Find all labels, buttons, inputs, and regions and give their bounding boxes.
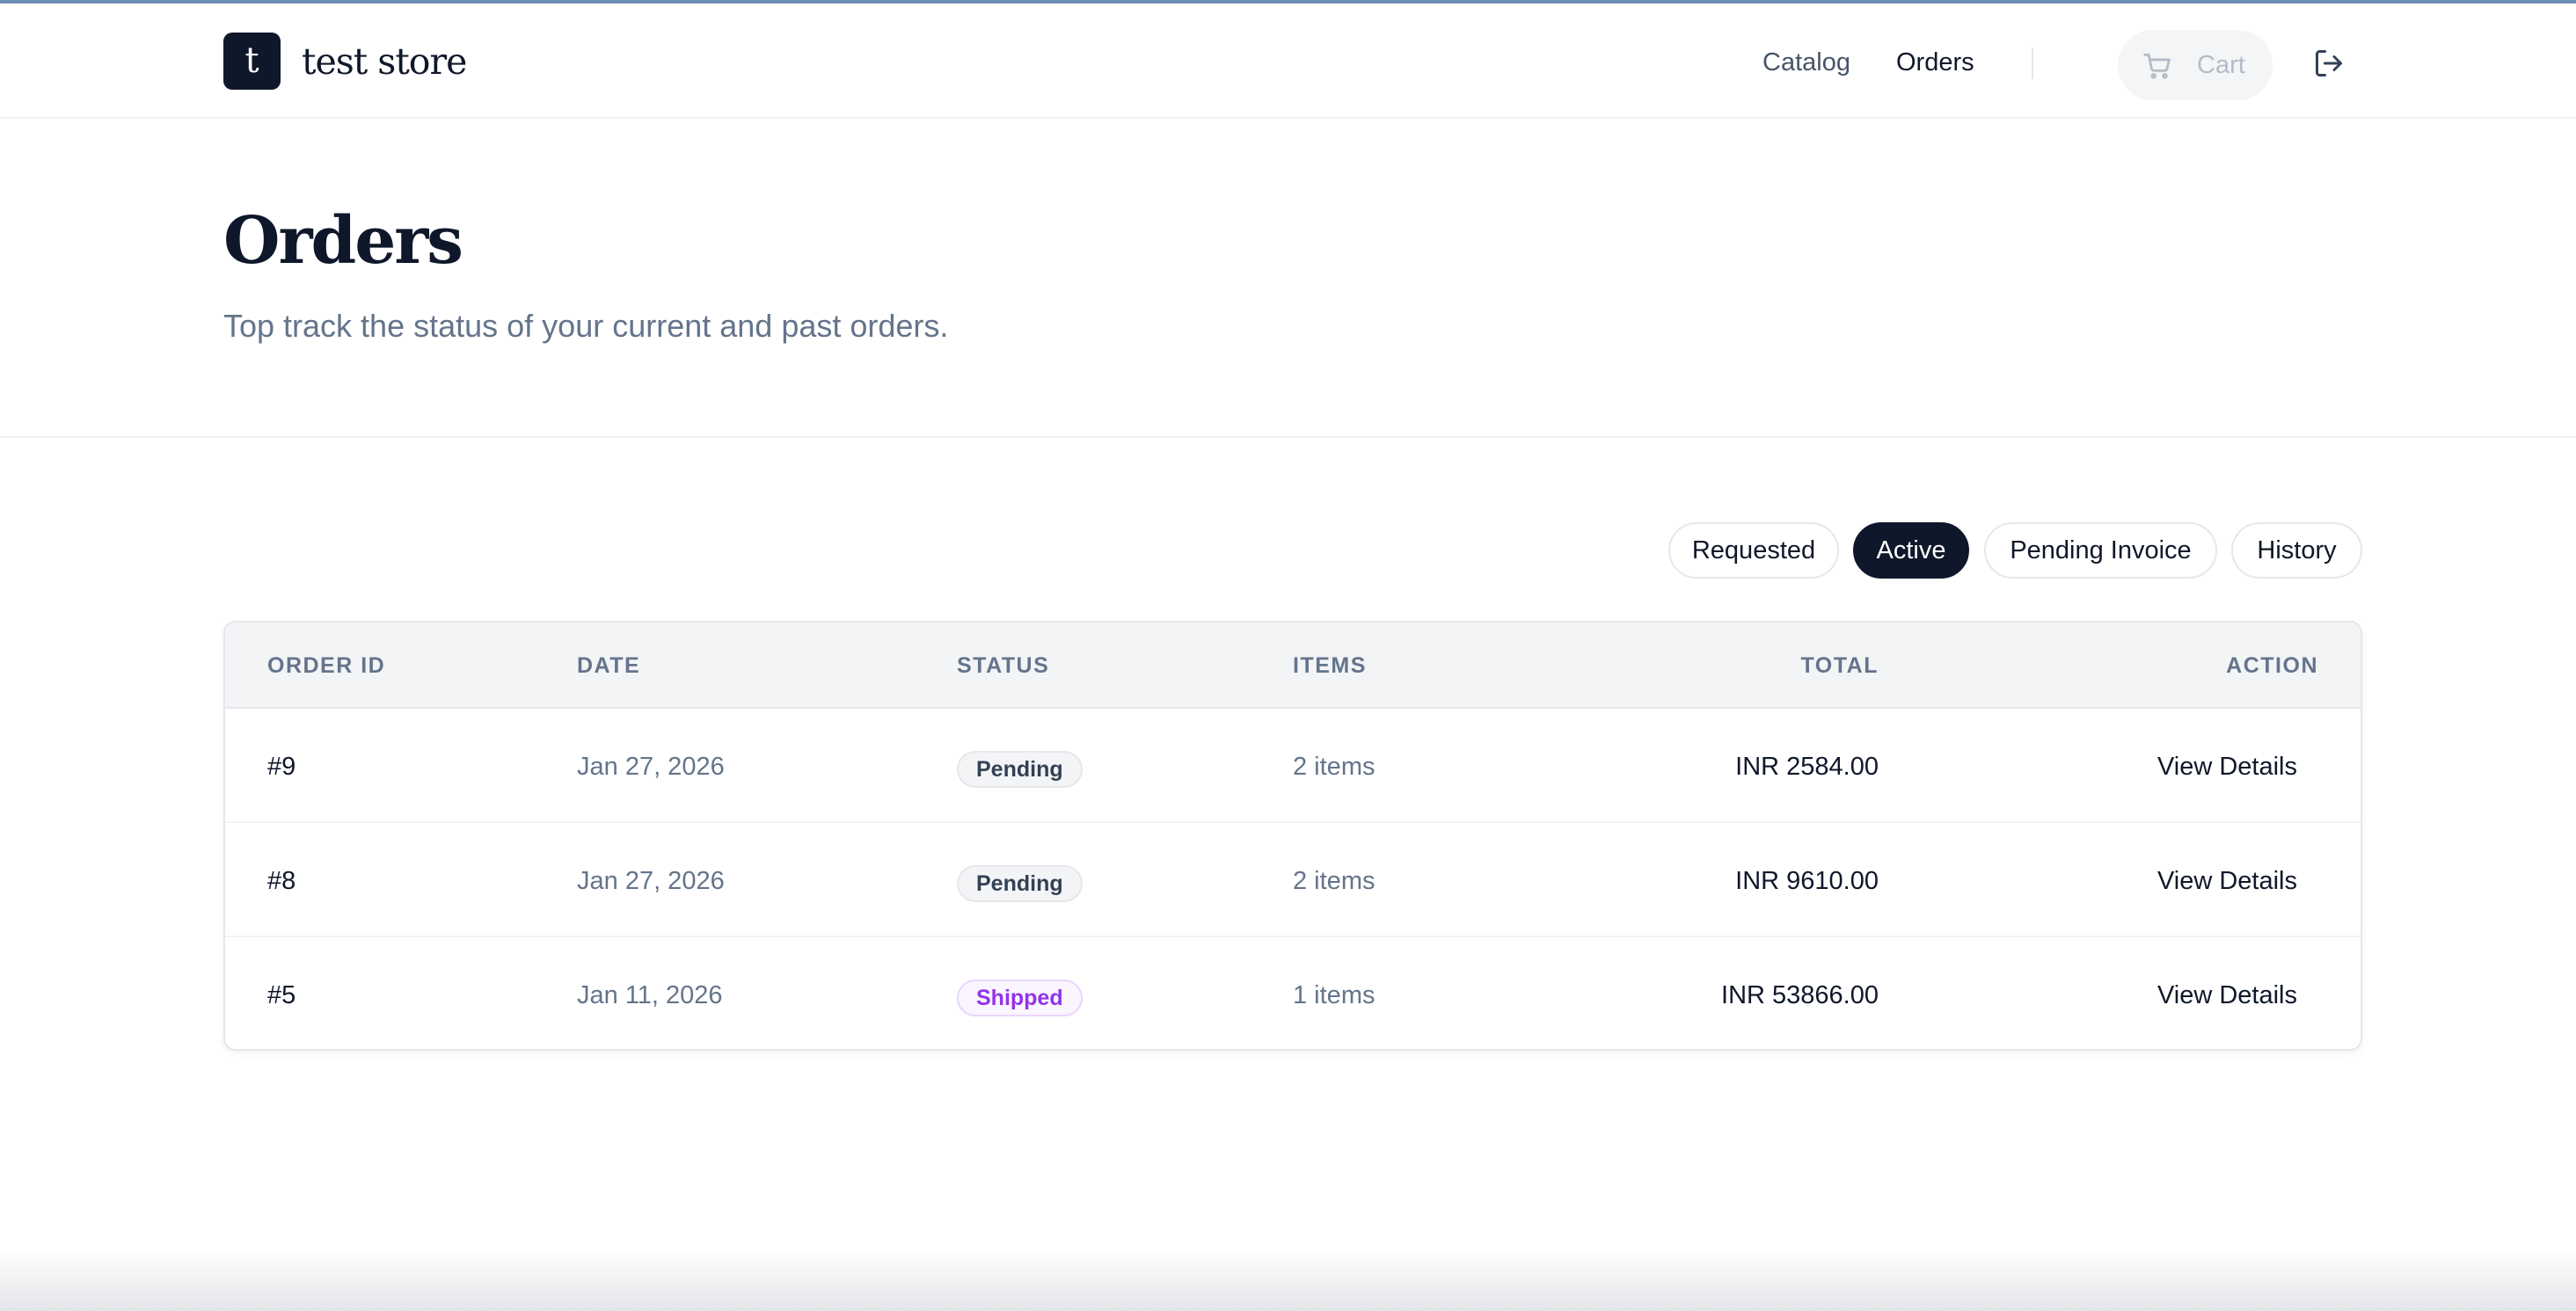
- view-details-link[interactable]: View Details: [2157, 865, 2297, 897]
- order-items: 2 items: [1293, 753, 1376, 781]
- order-date: Jan 27, 2026: [577, 867, 725, 895]
- status-badge: Pending: [957, 865, 1083, 902]
- logout-button[interactable]: [2313, 47, 2345, 79]
- table-row: #9 Jan 27, 2026 Pending 2 items INR 2584…: [225, 709, 2361, 823]
- nav-catalog-link[interactable]: Catalog: [1762, 47, 1850, 77]
- column-header-action: ACTION: [2226, 653, 2318, 678]
- page-title: Orders: [223, 203, 463, 279]
- cart-label: Cart: [2197, 51, 2245, 79]
- nav-divider: [2032, 47, 2033, 79]
- order-id: #8: [267, 867, 296, 895]
- brand-name[interactable]: test store: [302, 37, 467, 86]
- tab-pending-invoice[interactable]: Pending Invoice: [1984, 522, 2217, 579]
- order-date: Jan 27, 2026: [577, 753, 725, 781]
- order-id: #5: [267, 981, 296, 1009]
- table-row: #5 Jan 11, 2026 Shipped 1 items INR 5386…: [225, 937, 2361, 1049]
- order-items: 1 items: [1293, 981, 1376, 1009]
- tab-history[interactable]: History: [2231, 522, 2362, 579]
- order-total: INR 9610.00: [1735, 867, 1879, 895]
- column-header-total: TOTAL: [1800, 653, 1879, 678]
- column-header-date: DATE: [577, 653, 641, 678]
- order-total: INR 53866.00: [1721, 981, 1879, 1009]
- view-details-link[interactable]: View Details: [2157, 980, 2297, 1011]
- table-row: #8 Jan 27, 2026 Pending 2 items INR 9610…: [225, 823, 2361, 937]
- cart-icon: [2143, 53, 2171, 79]
- column-header-order-id: ORDER ID: [267, 653, 386, 678]
- bottom-overlay-shadow: [0, 1249, 2576, 1311]
- table-header: ORDER ID DATE STATUS ITEMS TOTAL ACTION: [225, 623, 2361, 709]
- order-id: #9: [267, 753, 296, 781]
- cart-button[interactable]: Cart: [2118, 30, 2273, 100]
- order-items: 2 items: [1293, 867, 1376, 895]
- page-subtitle: Top track the status of your current and…: [223, 308, 949, 344]
- nav-orders-link[interactable]: Orders: [1896, 47, 1974, 77]
- orders-table: ORDER ID DATE STATUS ITEMS TOTAL ACTION …: [223, 621, 2362, 1051]
- tab-active[interactable]: Active: [1853, 522, 1969, 579]
- logo-mark[interactable]: t: [223, 33, 281, 90]
- order-date: Jan 11, 2026: [577, 981, 723, 1009]
- tab-requested[interactable]: Requested: [1668, 522, 1839, 579]
- order-total: INR 2584.00: [1735, 753, 1879, 781]
- view-details-link[interactable]: View Details: [2157, 751, 2297, 783]
- status-badge: Shipped: [957, 980, 1083, 1016]
- status-badge: Pending: [957, 751, 1083, 788]
- column-header-items: ITEMS: [1293, 653, 1367, 678]
- site-header: t test store Catalog Orders Cart: [0, 4, 2576, 119]
- logout-icon: [2316, 50, 2342, 76]
- column-header-status: STATUS: [957, 653, 1050, 678]
- section-divider: [0, 436, 2576, 438]
